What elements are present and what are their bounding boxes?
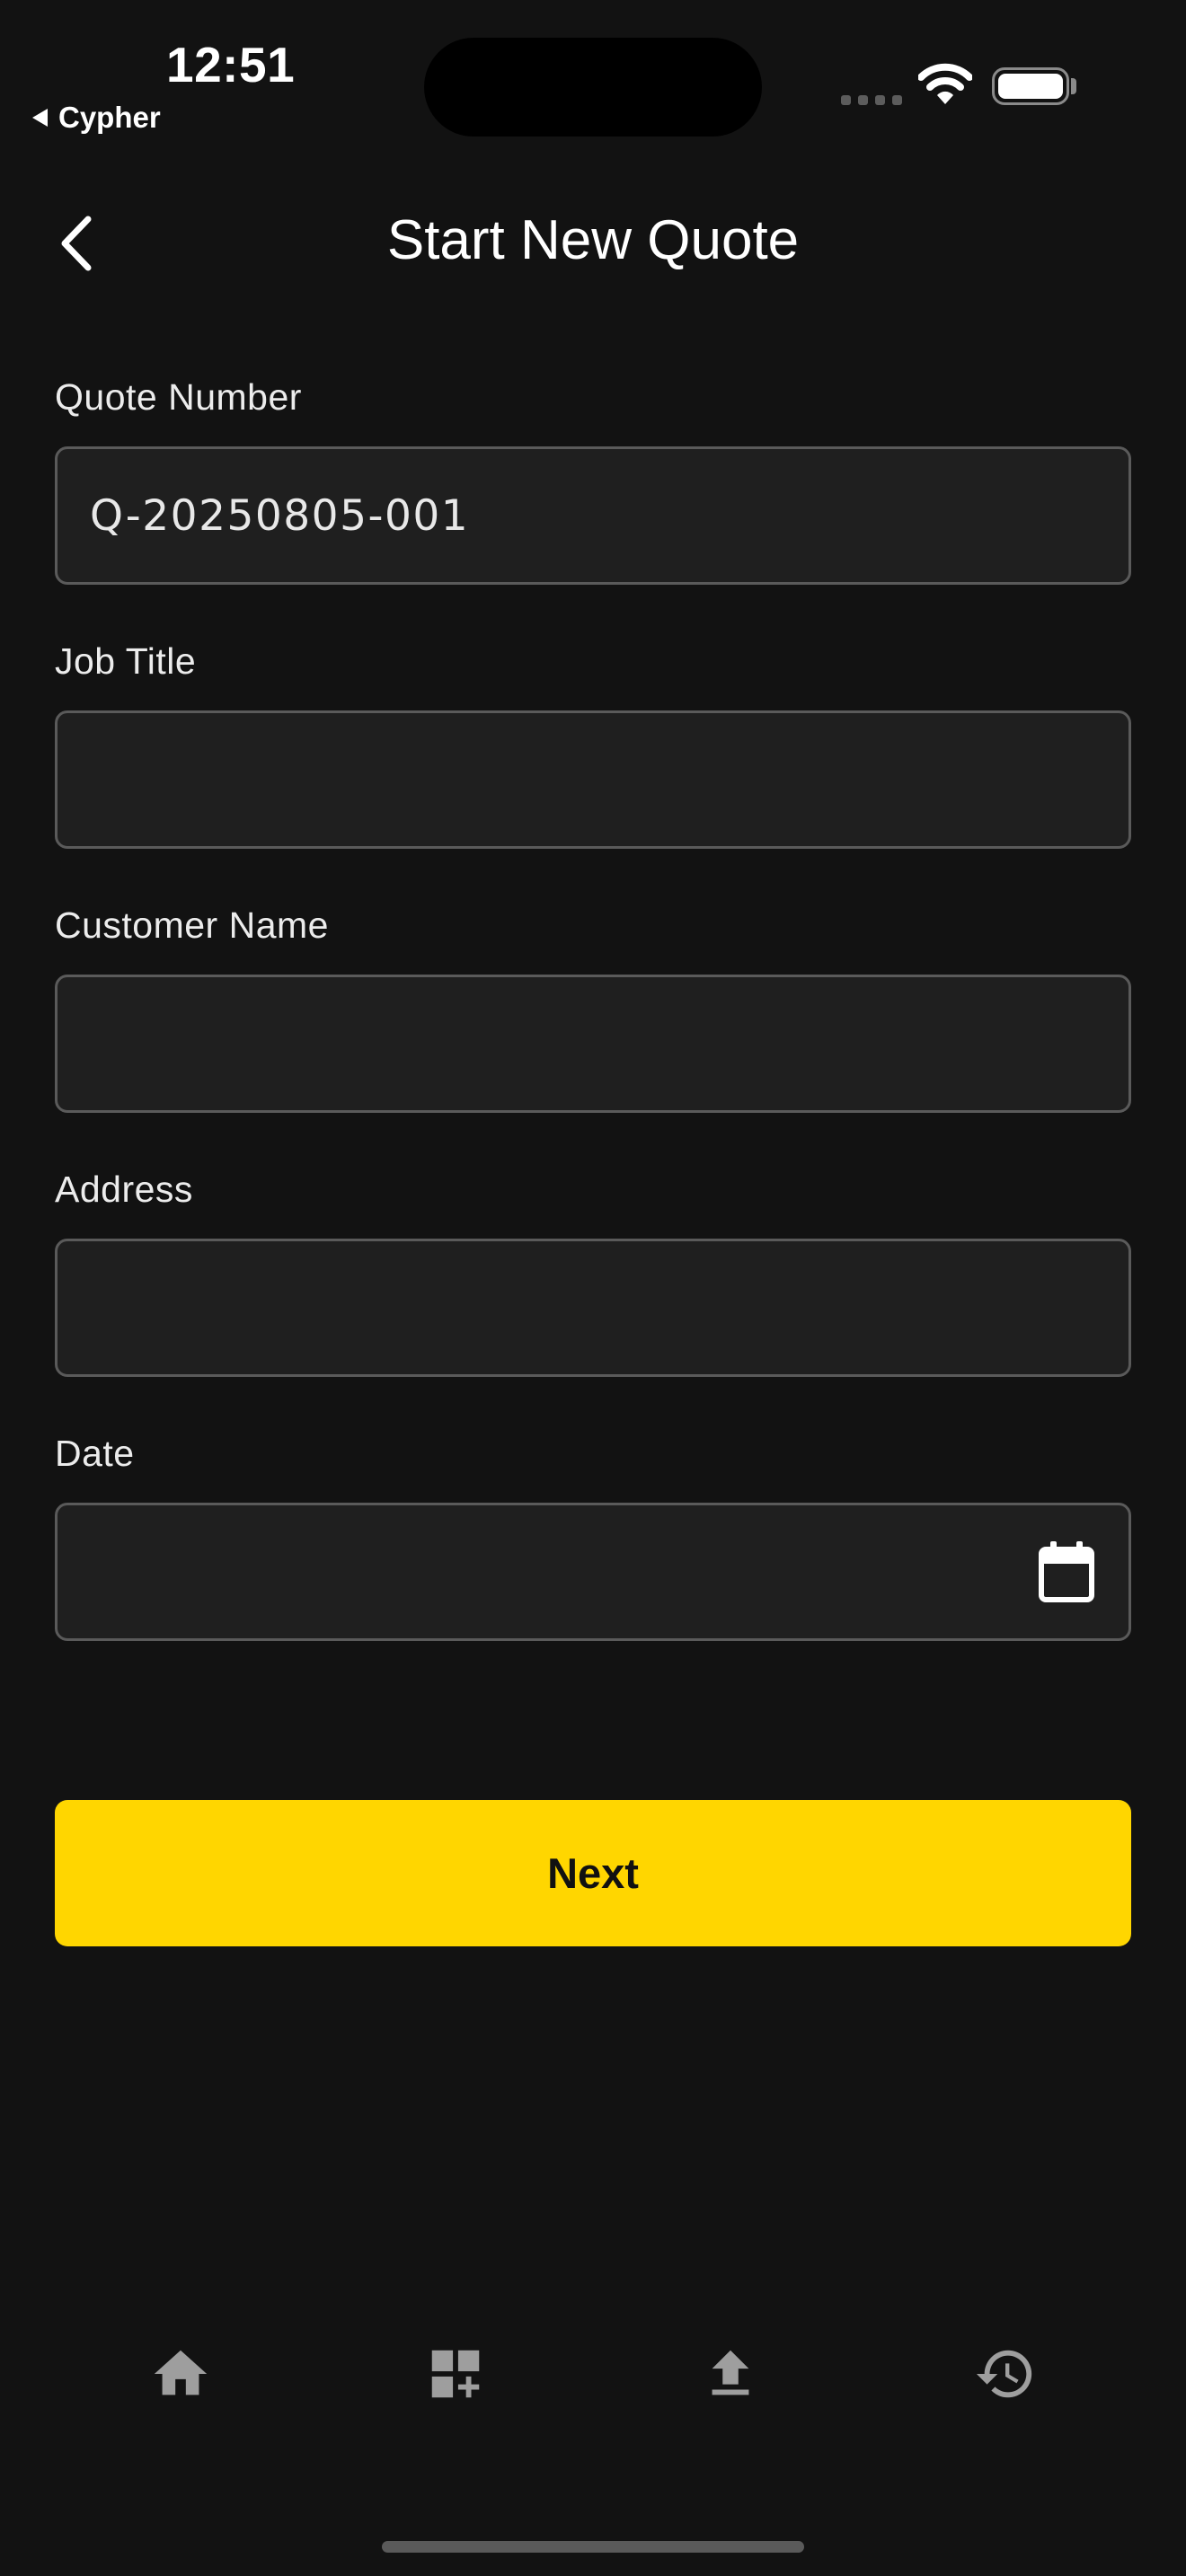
date-label: Date xyxy=(55,1433,135,1474)
upload-icon[interactable] xyxy=(699,2342,762,2405)
battery-cap xyxy=(1071,78,1076,94)
status-time: 12:51 xyxy=(166,37,296,93)
add-widget-icon[interactable] xyxy=(424,2342,487,2405)
calendar-icon[interactable] xyxy=(1038,1540,1095,1603)
back-to-app-link[interactable]: Cypher xyxy=(32,101,161,135)
quote-number-input[interactable] xyxy=(55,446,1131,585)
address-input[interactable] xyxy=(55,1239,1131,1377)
home-indicator[interactable] xyxy=(382,2541,804,2553)
quote-number-label: Quote Number xyxy=(55,376,302,418)
date-input[interactable] xyxy=(55,1503,1131,1641)
address-label: Address xyxy=(55,1169,193,1210)
next-button[interactable]: Next xyxy=(55,1800,1131,1946)
battery-icon xyxy=(992,67,1069,105)
job-title-input[interactable] xyxy=(55,710,1131,849)
page-title: Start New Quote xyxy=(386,209,800,271)
home-icon[interactable] xyxy=(149,2342,212,2405)
back-app-label: Cypher xyxy=(58,101,161,134)
cellular-signal-icon xyxy=(841,95,902,105)
customer-name-label: Customer Name xyxy=(55,904,329,946)
wifi-icon xyxy=(918,63,972,104)
back-triangle-icon xyxy=(32,109,48,127)
history-icon[interactable] xyxy=(974,2342,1037,2405)
dynamic-island xyxy=(424,38,762,137)
job-title-label: Job Title xyxy=(55,640,197,682)
customer-name-input[interactable] xyxy=(55,975,1131,1113)
